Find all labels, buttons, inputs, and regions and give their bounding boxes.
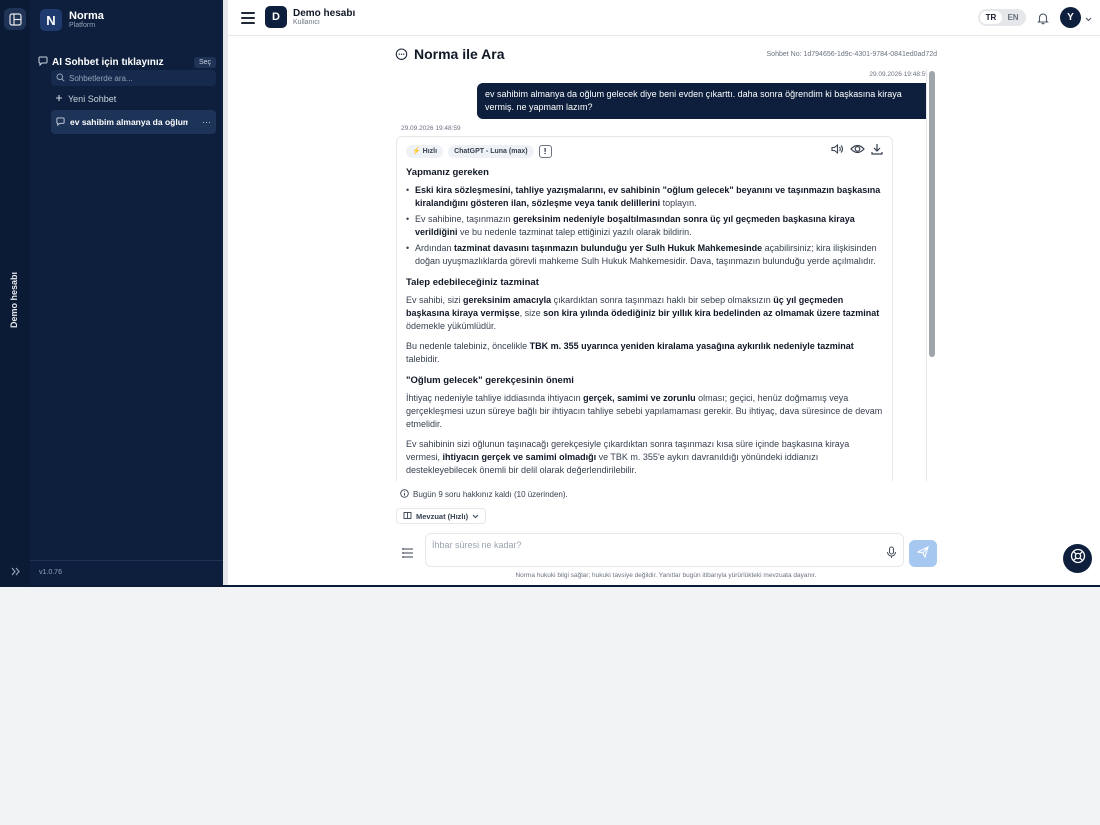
mode-chip: ⚡ Hızlı [406,144,444,158]
new-chat-button[interactable]: Yeni Sohbet [55,92,116,106]
bell-icon[interactable] [1036,11,1050,25]
help-icon [1070,548,1086,569]
search-box[interactable] [51,70,216,86]
page-header: Norma ile Ara Sohbet No: 1d794656-1d9c-4… [395,46,937,64]
logo-title: Norma [69,10,104,22]
lang-en-button[interactable]: EN [1002,11,1024,24]
avatar: Y [1060,7,1081,28]
account-switcher[interactable]: D Demo hesabı Kullanıcı [265,6,355,28]
chat-icon [56,113,65,131]
resize-handle[interactable] [223,0,228,585]
source-label: Mevzuat (Hızlı) [416,511,469,521]
chat-icon [38,53,48,71]
account-role: Kullanıcı [293,18,320,26]
bolt-icon: ⚡ [412,147,421,155]
list-item: Eski kira sözleşmesini, tahliye yazışmal… [406,184,883,210]
message-composer [425,533,904,567]
icon-rail: Demo hesabı [0,0,30,585]
sidebar-divider [30,560,223,561]
account-name: Demo hesabı [293,7,356,19]
message-toolbar: ⚡ Hızlı ChatGPT - Luna (max) ! [406,142,883,160]
top-bar: D Demo hesabı Kullanıcı TR EN Y [228,0,1100,36]
list-item: Ardından tazminat davasını taşınmazın bu… [406,242,883,268]
answer-paragraph: Bu nedenle talebiniz, öncelikle TBK m. 3… [406,341,854,364]
info-icon [400,489,409,500]
model-chip: ChatGPT - Luna (max) [448,144,534,158]
user-message: ev sahibim almanya da oğlum gelecek diye… [477,83,932,119]
user-menu[interactable]: Y [1060,7,1092,28]
chat-header-title: AI Sohbet için tıklayınız [52,56,164,68]
answer-paragraph: Ev sahibi, sizi gereksinim amacıyla çıka… [406,295,880,331]
assistant-timestamp: 29.09.2026 19:48:59 [401,125,461,132]
chat-icon [395,48,408,66]
mic-icon[interactable] [886,546,897,559]
send-icon [916,545,929,563]
speaker-icon[interactable] [831,142,844,160]
more-icon[interactable]: ··· [202,117,211,127]
user-timestamp: 29.09.2026 19:48:59 [869,71,929,78]
plus-icon [55,94,63,104]
chat-id: Sohbet No: 1d794656-1d9c-4301-9784-0841e… [766,51,937,58]
chat-list-item[interactable]: ev sahibim almanya da oğlum gelecek diye… [51,110,216,134]
answer-heading: "Oğlum gelecek" gerekçesinin önemi [406,375,574,386]
help-button[interactable] [1063,544,1092,573]
menu-icon[interactable] [240,10,256,26]
scrollbar[interactable] [926,69,937,481]
chevron-down-icon [1085,9,1092,27]
quota-text: Bugün 9 soru hakkınız kaldı (10 üzerinde… [413,490,568,499]
version-label: v1.0.76 [39,569,62,576]
book-icon [403,511,412,522]
page-title: Norma ile Ara [414,46,505,62]
app-window: Demo hesabı N Norma Platform AI Sohbet i… [0,0,1100,587]
quota-notice: Bugün 9 soru hakkınız kaldı (10 üzerinde… [400,489,568,500]
assistant-answer: Yapmanız gereken Eski kira sözleşmesini,… [406,166,883,477]
disclaimer: Norma hukuki bilgi sağlar; hukuki tavsiy… [515,572,817,579]
search-icon [56,69,65,87]
eye-icon[interactable] [850,142,865,160]
warning-icon[interactable]: ! [538,144,552,158]
language-toggle[interactable]: TR EN [978,9,1026,26]
app-switcher-icon[interactable] [4,8,26,30]
logo-subtitle: Platform [69,22,96,29]
account-vertical-label: Demo hesabı [9,271,19,329]
conversation-panel: 29.09.2026 19:48:59 ev sahibim almanya d… [395,69,937,481]
new-chat-label: Yeni Sohbet [68,94,117,104]
search-input[interactable] [69,73,209,83]
message-input[interactable] [432,540,872,560]
source-dropdown[interactable]: Mevzuat (Hızlı) [396,508,487,524]
logo-mark: N [40,9,62,31]
lang-tr-button[interactable]: TR [980,11,1002,24]
scrollbar-thumb[interactable] [929,71,935,357]
send-button[interactable] [909,540,937,567]
logo[interactable]: N Norma Platform [40,9,104,31]
list-icon[interactable] [401,546,415,560]
answer-heading: Talep edebileceğiniz tazminat [406,277,539,288]
sidebar: N Norma Platform AI Sohbet için tıklayın… [30,0,223,585]
download-icon[interactable] [871,142,883,160]
assistant-message: ⚡ Hızlı ChatGPT - Luna (max) ! Yapmanız … [396,136,893,481]
answer-paragraph: İhtiyaç nedeniyle tahliye iddiasında iht… [406,393,883,429]
answer-list: Eski kira sözleşmesini, tahliye yazışmal… [406,184,883,268]
expand-icon[interactable] [4,560,26,582]
answer-paragraph: Ev sahibinin sizi oğlunun taşınacağı ger… [406,439,850,475]
chat-item-label: ev sahibim almanya da oğlum gelecek diye… [70,117,188,127]
answer-heading: Yapmanız gereken [406,167,489,178]
chat-header[interactable]: AI Sohbet için tıklayınız Seç [38,55,216,69]
account-badge: D [265,6,287,28]
select-button[interactable]: Seç [193,56,216,68]
list-item: Ev sahibine, taşınmazın gereksinim neden… [406,213,883,239]
chevron-down-icon [472,512,479,521]
